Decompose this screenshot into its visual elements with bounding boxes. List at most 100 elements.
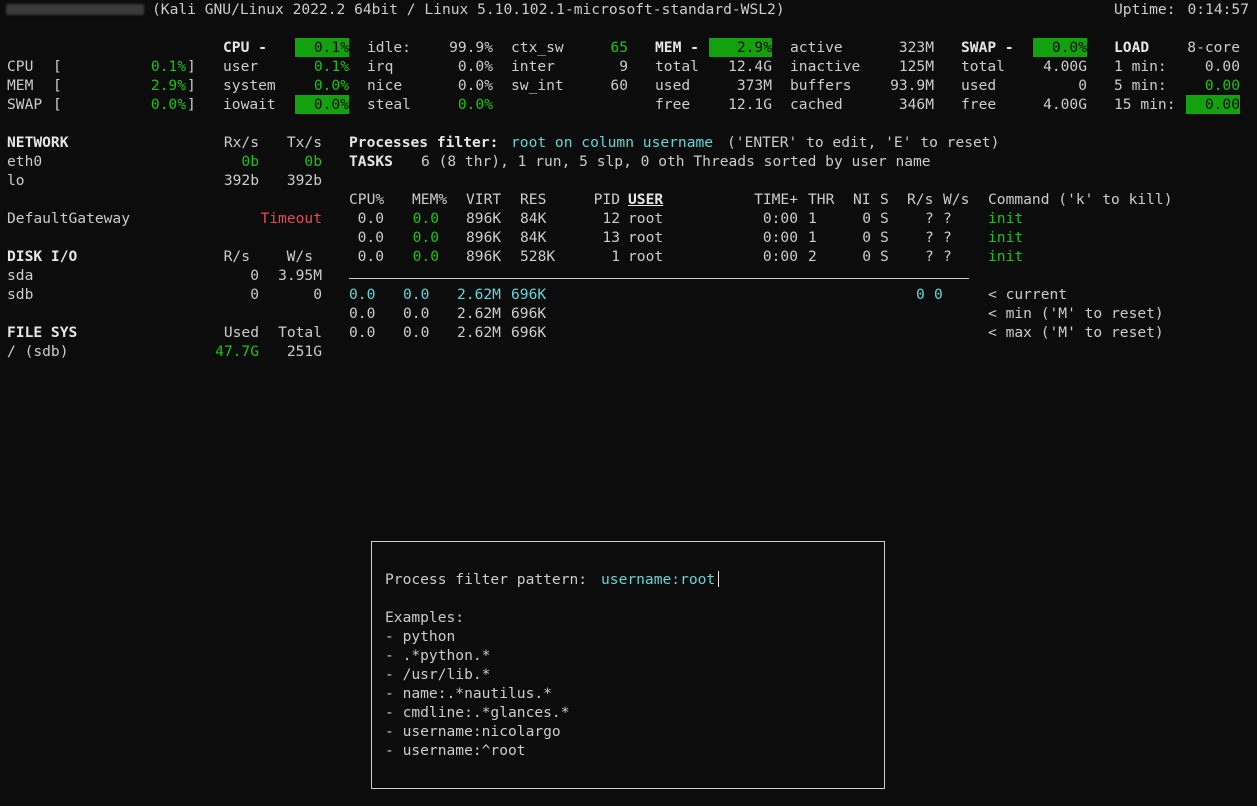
disk-write: 0: [313, 286, 322, 303]
proc-command: init: [988, 229, 1024, 246]
dialog-example: - username:^root: [385, 742, 526, 759]
cpu-iowait: 0.0%: [295, 95, 349, 114]
filter-value[interactable]: root on column username: [511, 133, 713, 152]
col-virt[interactable]: VIRT: [466, 190, 501, 209]
fs-total: 251G: [286, 343, 322, 360]
network-iface: eth0: [7, 153, 43, 170]
disk-w-header: W/s: [286, 248, 313, 265]
cpu-inter-label: inter: [511, 58, 555, 75]
sum-mem: 0.0: [403, 286, 430, 303]
swap-used-label: used: [961, 77, 997, 94]
disk-write: 3.95M: [278, 267, 322, 284]
text-cursor: [718, 571, 719, 587]
mem-total: 12.4G: [728, 58, 772, 75]
cpu-total: 0.1%: [295, 38, 349, 57]
proc-rs: ?: [925, 229, 934, 246]
mem-inactive-label: inactive: [790, 58, 861, 75]
dialog-examples-title: Examples:: [385, 609, 465, 626]
proc-status: S: [880, 248, 889, 265]
sum-cpu: 0.0: [349, 324, 376, 341]
swap-total: 4.00G: [1043, 58, 1087, 75]
dialog-example: - username:nicolargo: [385, 723, 561, 740]
proc-res: 84K: [520, 210, 547, 227]
proc-res: 84K: [520, 229, 547, 246]
network-tx: 392b: [286, 172, 322, 189]
quicklook-mem-label: MEM: [7, 77, 34, 94]
cpu-system: 0.0%: [313, 77, 349, 94]
disk-name: sda: [7, 267, 34, 284]
tasks-summary: 6 (8 thr), 1 run, 5 slp, 0 oth Threads s…: [421, 153, 931, 170]
proc-thr: 2: [808, 248, 817, 265]
col-time[interactable]: TIME+: [745, 190, 798, 209]
network-rx: 392b: [223, 172, 259, 189]
quicklook-bracket: ]: [187, 96, 196, 113]
proc-rs: ?: [925, 248, 934, 265]
sum-cpu: 0.0: [349, 286, 376, 303]
system-title: (Kali GNU/Linux 2022.2 64bit / Linux 5.1…: [152, 1, 785, 18]
mem-cached: 346M: [898, 96, 934, 113]
quicklook-mem-value: 2.9%: [150, 77, 186, 94]
col-command[interactable]: Command ('k' to kill): [988, 190, 1173, 209]
gateway-label: DefaultGateway: [7, 210, 131, 227]
sum-cpu: 0.0: [349, 305, 376, 322]
proc-command: init: [988, 248, 1024, 265]
network-rx: 0b: [241, 153, 259, 170]
proc-cpu: 0.0: [357, 229, 384, 246]
mem-header: MEM -: [655, 39, 699, 56]
sum-virt: 2.62M: [457, 305, 501, 322]
mem-used: 373M: [736, 77, 772, 94]
dialog-prompt: Process filter pattern:: [385, 571, 588, 588]
col-ws[interactable]: W/s: [943, 190, 969, 209]
quicklook-bracket: [: [53, 77, 62, 94]
proc-cpu: 0.0: [357, 210, 384, 227]
col-status[interactable]: S: [880, 190, 889, 209]
proc-user: root: [628, 229, 664, 246]
mem-total-label: total: [655, 58, 699, 75]
network-iface: lo: [7, 172, 25, 189]
proc-command: init: [988, 210, 1024, 227]
cpu-nice-label: nice: [367, 77, 403, 94]
disk-read: 0: [250, 286, 259, 303]
swap-total-label: total: [961, 58, 1005, 75]
load-1min: 0.00: [1204, 58, 1240, 75]
col-pid[interactable]: PID: [580, 190, 620, 209]
cpu-system-label: system: [223, 77, 276, 94]
hostname-redacted: [6, 4, 144, 15]
col-mem[interactable]: MEM%: [412, 190, 447, 209]
col-ni[interactable]: NI: [853, 190, 871, 209]
proc-ws: ?: [943, 248, 952, 265]
sum-label: < max ('M' to reset): [988, 324, 1164, 341]
filter-label: Processes filter:: [349, 134, 499, 151]
sum-label: < min ('M' to reset): [988, 305, 1164, 322]
network-tx: 0b: [304, 153, 322, 170]
swap-header: SWAP -: [961, 39, 1014, 56]
col-thr[interactable]: THR: [808, 190, 834, 209]
filter-pattern-input[interactable]: username:root: [601, 570, 715, 589]
filter-dialog: Process filter pattern: username:root Ex…: [371, 541, 885, 789]
sum-mem: 0.0: [403, 324, 430, 341]
load-5min-label: 5 min:: [1114, 77, 1167, 94]
mem-cached-label: cached: [790, 96, 843, 113]
col-cpu[interactable]: CPU%: [349, 190, 384, 209]
proc-time: 0:00: [762, 229, 798, 246]
swap-free-label: free: [961, 96, 997, 113]
col-res[interactable]: RES: [520, 190, 546, 209]
mem-active-label: active: [790, 39, 843, 56]
quicklook-cpu-value: 0.1%: [150, 58, 186, 75]
cpu-iowait-label: iowait: [223, 96, 276, 113]
cpu-irq: 0.0%: [457, 58, 493, 75]
fs-total-header: Total: [278, 324, 322, 341]
proc-time: 0:00: [762, 210, 798, 227]
proc-status: S: [880, 210, 889, 227]
quicklook-swap-value: 0.0%: [150, 96, 186, 113]
load-1min-label: 1 min:: [1114, 58, 1167, 75]
proc-mem: 0.0: [412, 210, 439, 227]
col-user[interactable]: USER: [628, 190, 727, 209]
quicklook-swap-label: SWAP: [7, 96, 43, 113]
proc-mem: 0.0: [412, 229, 439, 246]
tasks-label: TASKS: [349, 153, 393, 170]
col-rs[interactable]: R/s: [907, 190, 933, 209]
dialog-example: - cmdline:.*glances.*: [385, 704, 570, 721]
mem-buffers-label: buffers: [790, 77, 852, 94]
proc-ws: ?: [943, 229, 952, 246]
